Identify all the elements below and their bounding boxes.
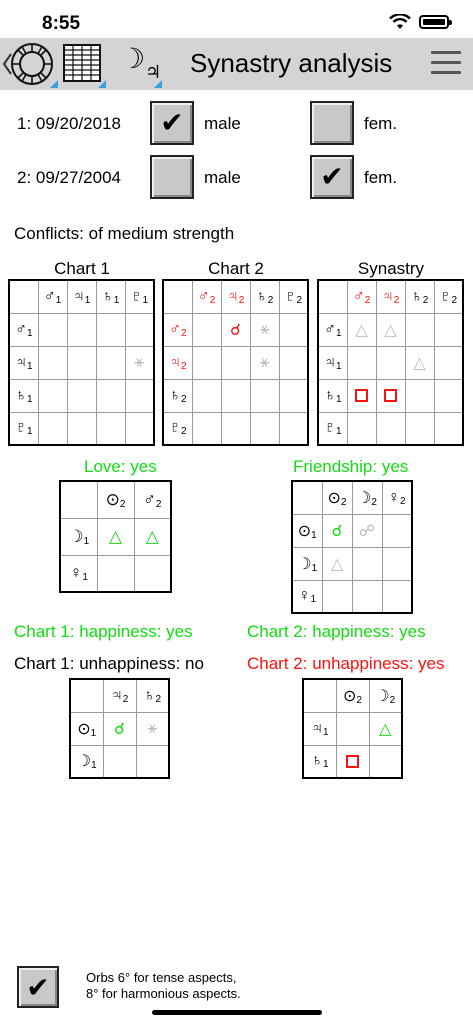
synastry-title: Synastry (357, 259, 425, 278)
person-row-1: 1: 09/20/2018 ✔ male fem. (0, 101, 473, 147)
person-row-2: 2: 09/27/2004 male ✔ fem. (0, 155, 473, 201)
orbs-checkbox[interactable]: ✔ (17, 966, 59, 1008)
friendship-label: Friendship: yes (293, 457, 409, 476)
chart2-aspect-table: ♂2 ♃2 ♄2 ♇2 ♂2 ☌ ⚹ ♃2 ⚹ ♄2 ♇2 (162, 279, 309, 446)
table-icon (63, 44, 101, 82)
wheel-tool-button[interactable] (0, 38, 58, 90)
fem-label: fem. (364, 114, 398, 133)
page-title: Synastry analysis (190, 48, 393, 78)
chart1-unhappiness-label: Chart 1: unhappiness: no (14, 654, 204, 673)
synastry-aspect-table: ♂2 ♃2 ♄2 ♇2 ♂1 △ △ ♃1 △ ♄1 ♇1 (317, 279, 464, 446)
status-time: 8:55 (42, 13, 81, 34)
moon-jupiter-icon: ☽♃ (120, 42, 162, 83)
male-checkbox[interactable] (150, 155, 194, 199)
fem-checkbox[interactable]: ✔ (310, 155, 354, 199)
chart2-title: Chart 2 (208, 259, 264, 278)
toolbar: ☽♃ Synastry analysis (0, 38, 473, 90)
orbs-note: Orbs 6° for tense aspects, 8° for harmon… (86, 970, 241, 1002)
chart1-unhappiness-table: ♃2 ♄2 ⊙1 ☌ ⚹ ☽1 (69, 678, 170, 779)
male-label: male (204, 168, 241, 187)
orbs-note-line2: 8° for harmonious aspects. (86, 986, 241, 1001)
moon-jupiter-tool-button[interactable]: ☽♃ (114, 38, 162, 90)
status-icons (389, 14, 452, 30)
love-aspect-table: ⊙2 ♂2 ☽1 △ △ ♀1 (59, 480, 172, 593)
conflicts-summary: Conflicts: of medium strength (14, 224, 235, 243)
friendship-aspect-table: ⊙2 ☽2 ♀2 ⊙1 ☌ ☍ ☽1 △ ♀1 (291, 480, 413, 614)
chart1-title: Chart 1 (54, 259, 110, 278)
chart1-aspect-table: ♂1 ♃1 ♄1 ♇1 ♂1 ♃1 ⚹ ♄1 ♇1 (8, 279, 155, 446)
fem-label: fem. (364, 168, 398, 187)
wheel-icon (11, 43, 53, 85)
chart2-happiness-label: Chart 2: happiness: yes (247, 622, 426, 641)
male-label: male (204, 114, 241, 133)
male-checkbox[interactable]: ✔ (150, 101, 194, 145)
wifi-icon (389, 14, 411, 29)
chart2-unhappiness-label: Chart 2: unhappiness: yes (247, 654, 445, 673)
fem-checkbox[interactable] (310, 101, 354, 145)
chart2-unhappiness-table: ⊙2 ☽2 ♃1 △ ♄1 (302, 678, 403, 779)
home-indicator[interactable] (152, 1010, 322, 1015)
status-bar: 8:55 (0, 0, 473, 38)
date-label[interactable]: 1: 09/20/2018 (17, 114, 121, 134)
battery-icon (419, 15, 452, 29)
date-label[interactable]: 2: 09/27/2004 (17, 168, 121, 188)
orbs-note-line1: Orbs 6° for tense aspects, (86, 970, 237, 985)
table-tool-button[interactable] (60, 38, 106, 90)
love-label: Love: yes (84, 457, 157, 476)
menu-icon[interactable] (431, 51, 461, 75)
chart1-happiness-label: Chart 1: happiness: yes (14, 622, 193, 641)
